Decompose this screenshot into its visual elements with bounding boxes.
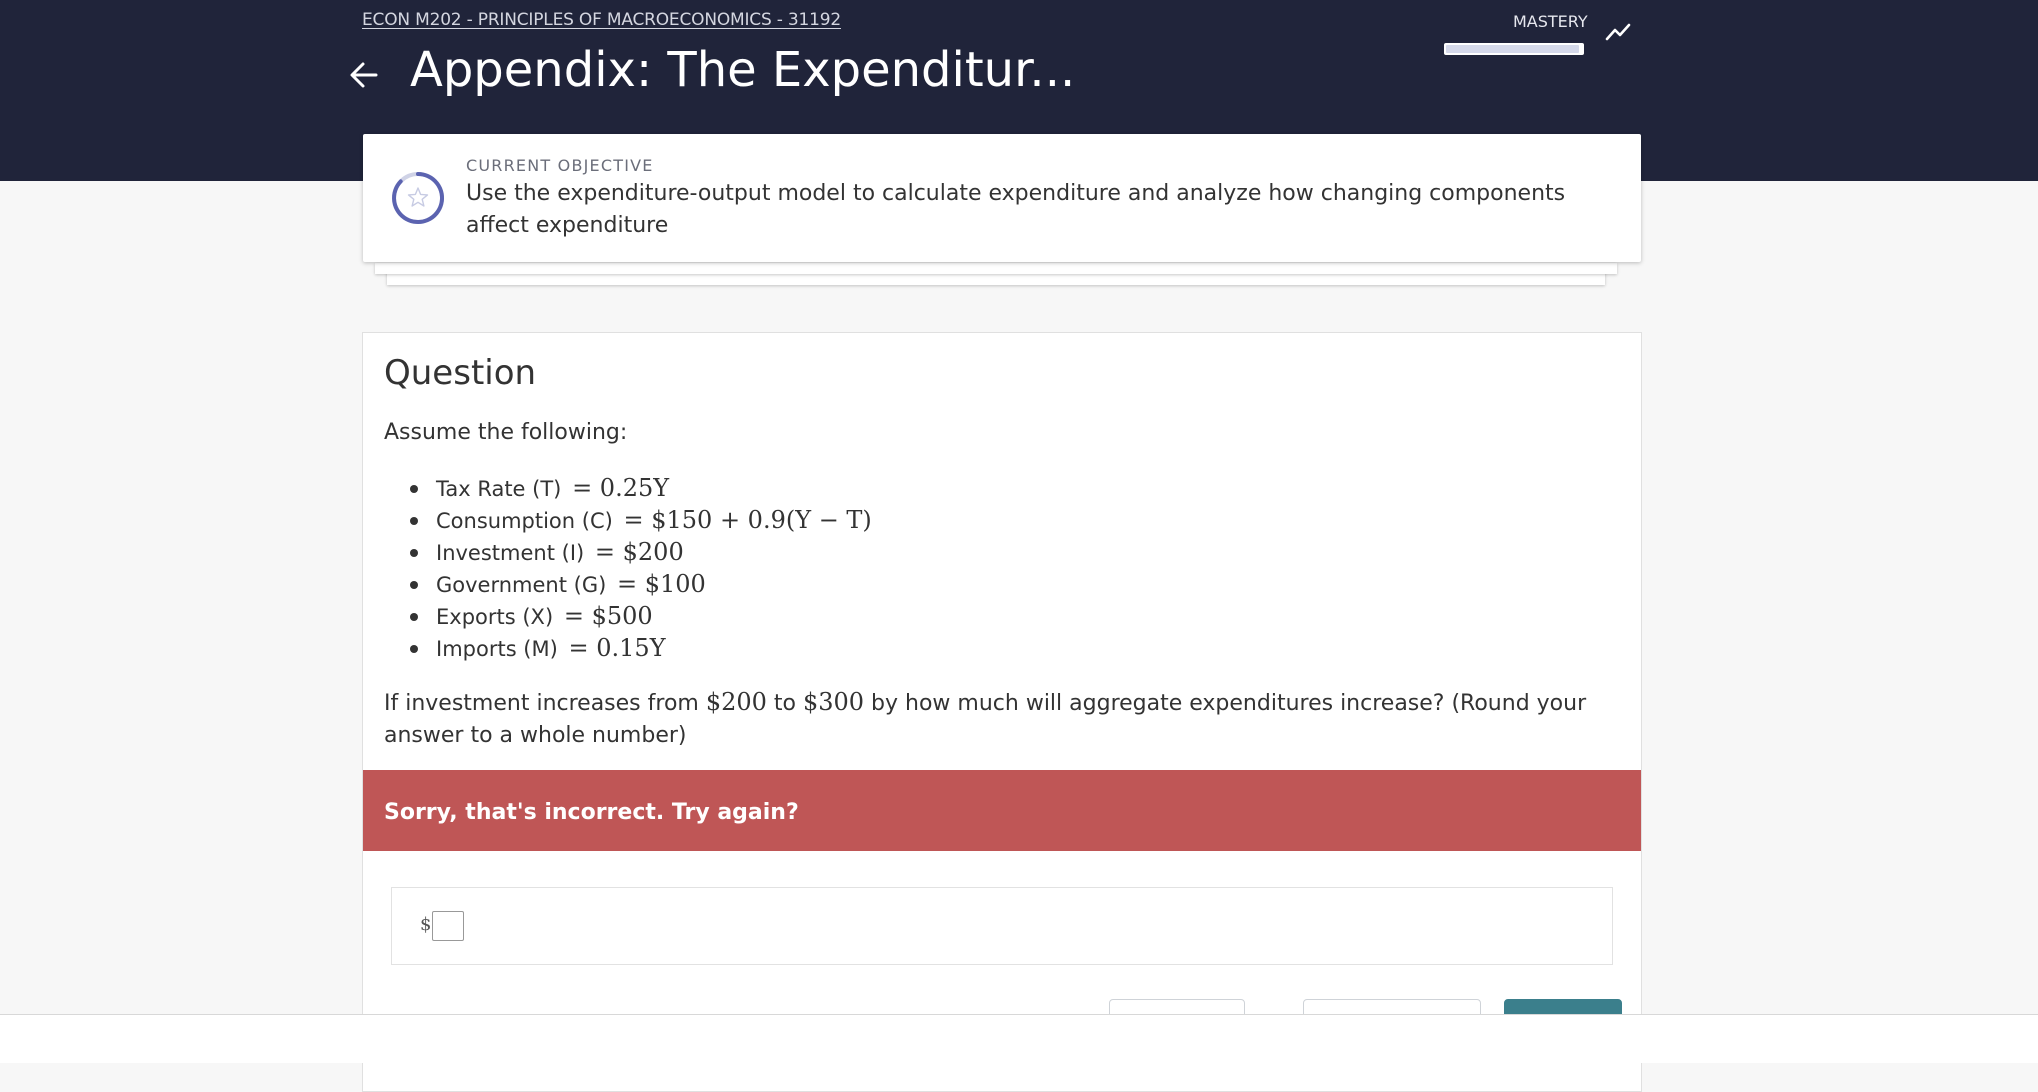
page-title: Appendix: The Expenditur... [410, 42, 1076, 98]
item-label: Tax Rate (T) [436, 477, 562, 501]
prompt-to-amount: $300 [802, 688, 865, 716]
incorrect-feedback-banner: Sorry, that's incorrect. Try again? [363, 770, 1641, 851]
mastery-label: MASTERY [1513, 12, 1588, 31]
item-label: Investment (I) [436, 541, 585, 565]
item-expression: = 0.15Y [568, 634, 666, 662]
item-label: Exports (X) [436, 605, 554, 629]
objective-stack-shadow [375, 263, 1617, 274]
item-expression: = $500 [563, 602, 653, 630]
question-intro: Assume the following: [384, 420, 628, 445]
question-card: Question Assume the following: Tax Rate … [362, 332, 1642, 1092]
assumption-list: Tax Rate (T) = 0.25Y Consumption (C) = $… [410, 472, 872, 664]
list-item: Investment (I) = $200 [410, 536, 872, 568]
prompt-text: If investment increases from [384, 691, 706, 716]
trending-line-icon[interactable] [1604, 18, 1632, 46]
item-expression: = $150 + 0.9(Y − T) [623, 506, 872, 534]
list-item: Tax Rate (T) = 0.25Y [410, 472, 872, 504]
currency-symbol: $ [420, 914, 432, 935]
current-objective-card: CURRENT OBJECTIVE Use the expenditure-ou… [363, 134, 1641, 262]
prompt-from-amount: $200 [705, 688, 767, 716]
list-item: Exports (X) = $500 [410, 600, 872, 632]
mastery-progress-bar [1444, 43, 1584, 55]
prompt-text: to [766, 691, 803, 716]
question-prompt: If investment increases from $200 to $30… [384, 686, 1624, 752]
answer-area: $ [391, 887, 1613, 965]
star-progress-ring-icon [392, 172, 444, 224]
bottom-bar [0, 1014, 2038, 1063]
item-label: Government (G) [436, 573, 607, 597]
item-label: Consumption (C) [436, 509, 613, 533]
item-expression: = $200 [594, 538, 684, 566]
answer-input[interactable] [432, 911, 464, 941]
item-label: Imports (M) [436, 637, 558, 661]
objective-label: CURRENT OBJECTIVE [466, 156, 654, 175]
arrow-left-icon[interactable] [346, 57, 382, 93]
item-expression: = $100 [616, 570, 706, 598]
list-item: Imports (M) = 0.15Y [410, 632, 872, 664]
mastery-progress-fill [1446, 45, 1580, 53]
item-expression: = 0.25Y [572, 474, 670, 502]
course-breadcrumb-link[interactable]: ECON M202 - PRINCIPLES OF MACROECONOMICS… [362, 10, 841, 30]
list-item: Consumption (C) = $150 + 0.9(Y − T) [410, 504, 872, 536]
list-item: Government (G) = $100 [410, 568, 872, 600]
question-heading: Question [384, 353, 537, 393]
objective-text: Use the expenditure-output model to calc… [466, 181, 1566, 238]
